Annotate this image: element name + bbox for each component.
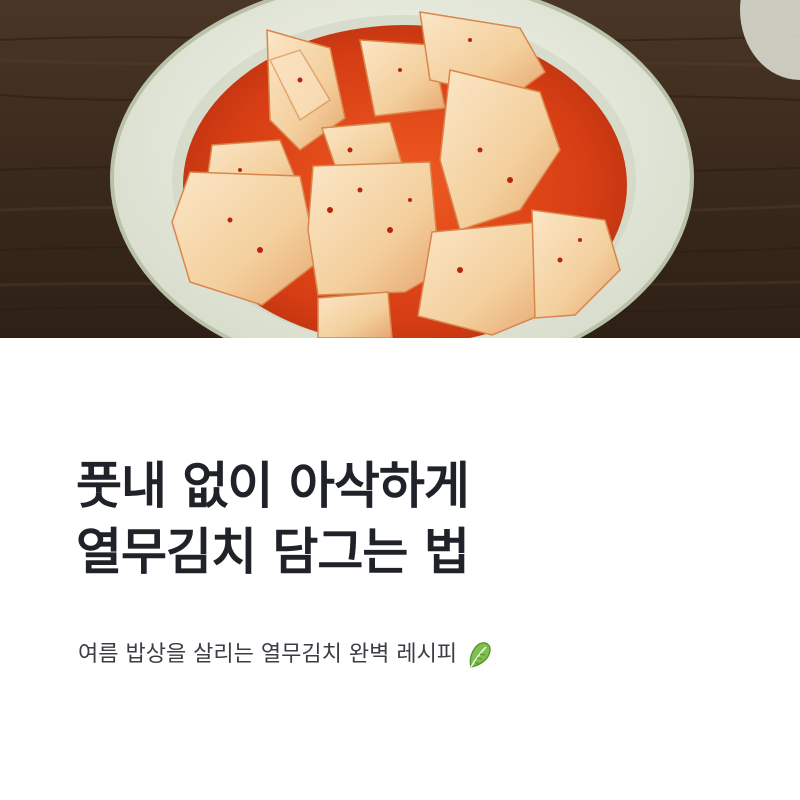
subtitle: 여름 밥상을 살리는 열무김치 완벽 레시피 bbox=[78, 637, 493, 673]
title-line-1: 풋내 없이 아삭하게 bbox=[76, 457, 470, 515]
page-title: 풋내 없이 아삭하게 열무김치 담그는 법 bbox=[76, 453, 470, 585]
leafy-green-icon bbox=[465, 640, 493, 670]
kimchi-bowl-illustration bbox=[0, 0, 800, 338]
title-line-2: 열무김치 담그는 법 bbox=[76, 523, 470, 581]
subtitle-text: 여름 밥상을 살리는 열무김치 완벽 레시피 bbox=[78, 642, 458, 667]
hero-image bbox=[0, 0, 800, 338]
recipe-card: 풋내 없이 아삭하게 열무김치 담그는 법 여름 밥상을 살리는 열무김치 완벽… bbox=[0, 0, 800, 800]
